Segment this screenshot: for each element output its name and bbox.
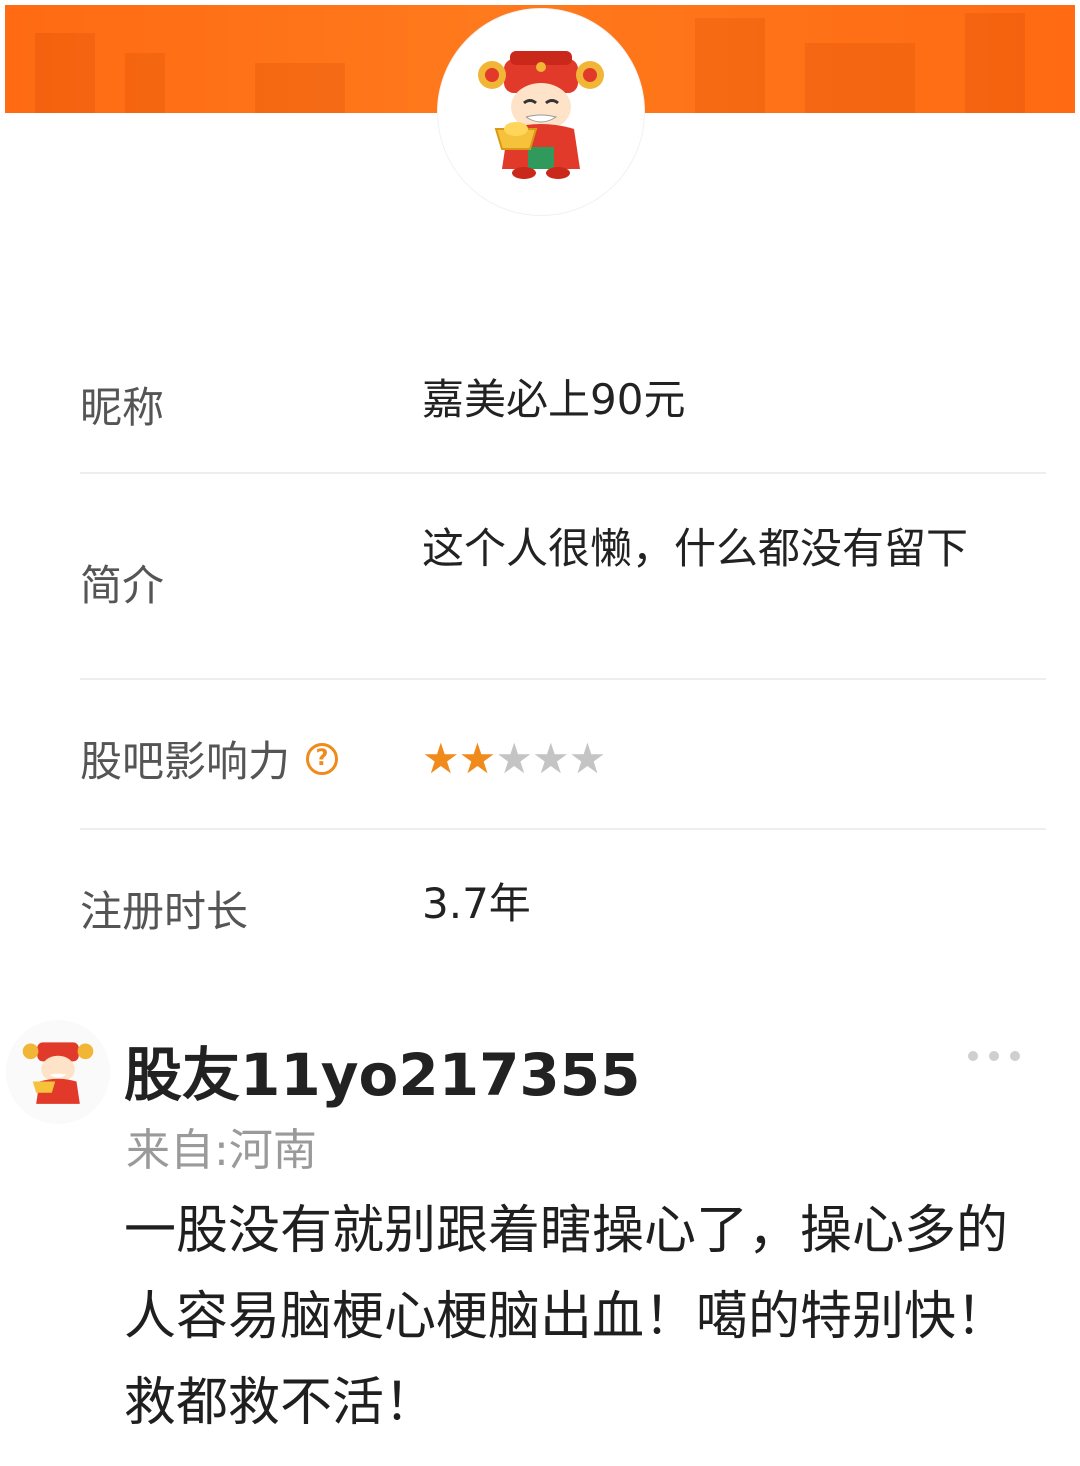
profile-avatar[interactable] (438, 9, 644, 215)
post-avatar[interactable] (6, 1020, 110, 1124)
registered-label: 注册时长 (80, 887, 249, 936)
intro-label: 简介 (80, 561, 165, 610)
influence-label-group: 股吧影响力 ? (80, 728, 339, 789)
intro-value: 这个人很懒，什么都没有留下 (422, 524, 969, 573)
post-card: 股友11yo217355 来自:河南 一股没有就别跟着瞎操心了，操心多的人容易脑… (0, 1010, 1080, 1466)
registered-row: 注册时长 3.7年 (80, 830, 1046, 980)
intro-row: 简介 这个人很懒，什么都没有留下 (80, 474, 1046, 680)
profile-info: 昵称 嘉美必上90元 简介 这个人很懒，什么都没有留下 股吧影响力 ? ★★★★… (80, 330, 1046, 980)
registered-value: 3.7年 (422, 879, 531, 928)
star-empty-icon: ★ (568, 734, 607, 783)
caishen-mascot-icon (478, 51, 604, 179)
post-content: 一股没有就别跟着瞎操心了，操心多的人容易脑梗心梗脑出血！噶的特别快！救都救不活！ (124, 1201, 1009, 1433)
star-empty-icon: ★ (495, 734, 533, 783)
influence-row: 股吧影响力 ? ★★★★★ (80, 680, 1046, 830)
nickname-label: 昵称 (80, 383, 165, 432)
star-filled-icon: ★ (422, 734, 460, 783)
question-circle-icon[interactable]: ? (306, 742, 339, 775)
nickname-row: 昵称 嘉美必上90元 (80, 330, 1046, 474)
nickname-value: 嘉美必上90元 (422, 375, 686, 424)
influence-stars: ★★★★★ (422, 730, 1012, 788)
influence-label: 股吧影响力 (80, 737, 291, 786)
post-location: 来自:河南 (126, 1125, 317, 1176)
star-filled-icon: ★ (458, 734, 497, 783)
caishen-mascot-icon (22, 1042, 94, 1104)
profile-page: 昵称 嘉美必上90元 简介 这个人很懒，什么都没有留下 股吧影响力 ? ★★★★… (0, 0, 1080, 1466)
post-username[interactable]: 股友11yo217355 (124, 1028, 641, 1112)
star-empty-icon: ★ (531, 734, 570, 783)
more-dots-icon[interactable] (968, 1048, 1020, 1064)
